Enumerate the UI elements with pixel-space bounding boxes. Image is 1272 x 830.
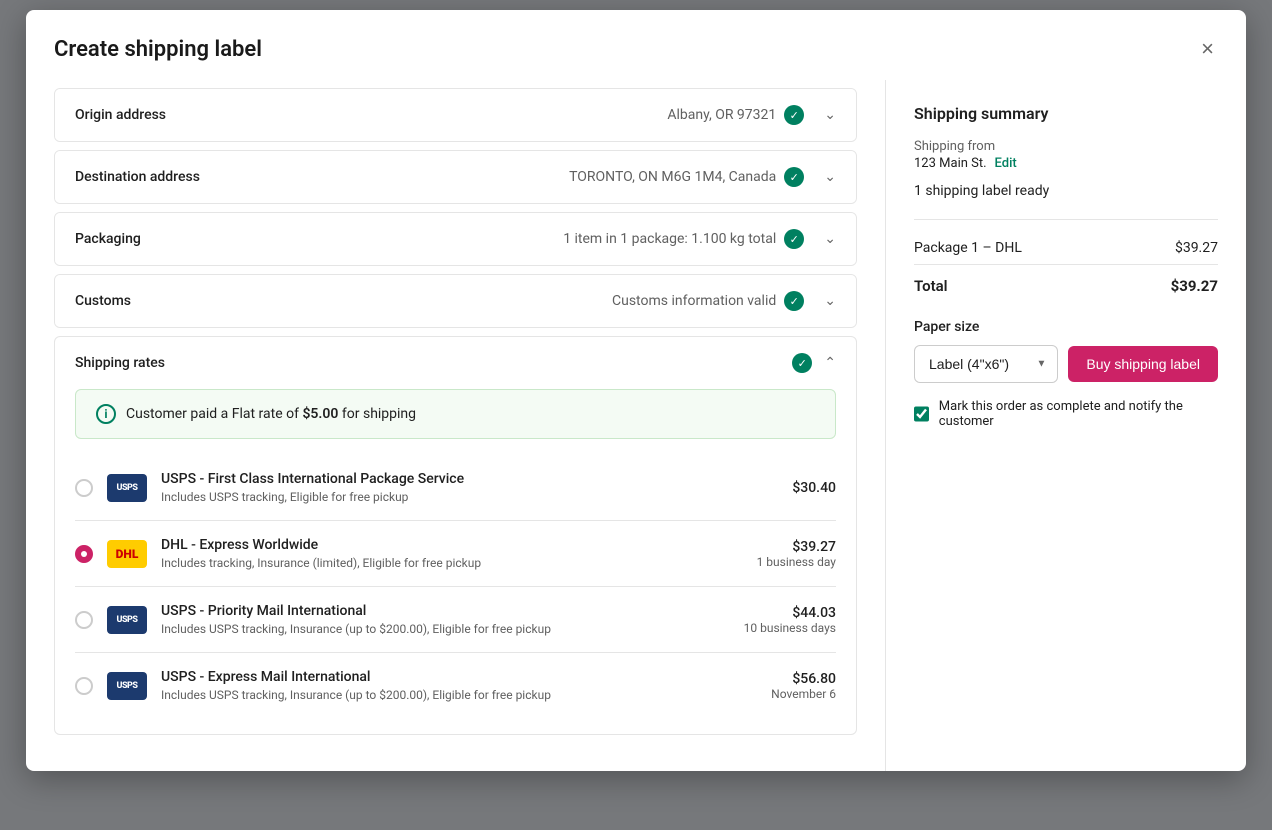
summary-ready: 1 shipping label ready [914, 183, 1218, 220]
shipping-rates-section: Shipping rates ⌃ i Customer paid a Flat … [54, 336, 857, 735]
origin-address-header[interactable]: Origin address Albany, OR 97321 ⌄ [55, 89, 856, 141]
edit-address-link[interactable]: Edit [995, 156, 1017, 171]
rate-radio-dhl[interactable] [75, 545, 93, 563]
rate-desc-usps-first: Includes USPS tracking, Eligible for fre… [161, 490, 778, 504]
usps-logo-first: USPS [107, 474, 147, 502]
destination-address-value: TORONTO, ON M6G 1M4, Canada ⌄ [235, 167, 836, 187]
info-banner: i Customer paid a Flat rate of $5.00 for… [75, 389, 836, 439]
rate-info-usps-first: USPS - First Class International Package… [161, 471, 778, 504]
destination-check-icon [784, 167, 804, 187]
rate-radio-usps-priority[interactable] [75, 611, 93, 629]
rate-price-usps-priority: $44.03 10 business days [744, 605, 836, 635]
rate-price-usps-first: $30.40 [792, 480, 836, 496]
shipping-rates-chevron-icon: ⌃ [824, 355, 836, 371]
paper-size-label: Paper size [914, 319, 1218, 335]
rate-delivery-usps-priority: 10 business days [744, 621, 836, 635]
packaging-label: Packaging [75, 231, 235, 247]
rate-radio-usps-first[interactable] [75, 479, 93, 497]
summary-address-row: 123 Main St. Edit [914, 156, 1218, 171]
paper-size-select-wrapper: Label (4"x6") Letter (8.5"x11") 4"x8" ▼ [914, 345, 1058, 383]
shipping-rates-check-icon [792, 353, 812, 373]
packaging-check-icon [784, 229, 804, 249]
modal-body: Origin address Albany, OR 97321 ⌄ Destin… [26, 80, 1246, 771]
customs-value: Customs information valid ⌄ [235, 291, 836, 311]
notify-row: Mark this order as complete and notify t… [914, 399, 1218, 429]
rate-option-usps-priority[interactable]: USPS USPS - Priority Mail International … [75, 587, 836, 653]
rate-info-usps-priority: USPS - Priority Mail International Inclu… [161, 603, 730, 636]
rate-info-dhl: DHL - Express Worldwide Includes trackin… [161, 537, 743, 570]
rate-delivery-usps-express: November 6 [771, 687, 836, 701]
rate-desc-dhl: Includes tracking, Insurance (limited), … [161, 556, 743, 570]
rate-desc-usps-express: Includes USPS tracking, Insurance (up to… [161, 688, 757, 702]
origin-check-icon [784, 105, 804, 125]
summary-title: Shipping summary [914, 104, 1218, 123]
notify-label: Mark this order as complete and notify t… [939, 399, 1218, 429]
destination-chevron-icon: ⌄ [824, 169, 836, 185]
rate-price-value-dhl: $39.27 [757, 539, 836, 555]
rate-info-usps-express: USPS - Express Mail International Includ… [161, 669, 757, 702]
close-button[interactable]: × [1197, 34, 1218, 64]
modal-header: Create shipping label × [26, 10, 1246, 80]
customs-chevron-icon: ⌄ [824, 293, 836, 309]
dhl-logo: DHL [107, 540, 147, 568]
rate-name-dhl: DHL - Express Worldwide [161, 537, 743, 553]
summary-total-label: Total [914, 277, 948, 295]
origin-address-section: Origin address Albany, OR 97321 ⌄ [54, 88, 857, 142]
packaging-header[interactable]: Packaging 1 item in 1 package: 1.100 kg … [55, 213, 856, 265]
summary-from-label: Shipping from [914, 139, 1218, 154]
rate-price-dhl: $39.27 1 business day [757, 539, 836, 569]
destination-address-header[interactable]: Destination address TORONTO, ON M6G 1M4,… [55, 151, 856, 203]
rate-price-value-usps-express: $56.80 [771, 671, 836, 687]
paper-size-row: Label (4"x6") Letter (8.5"x11") 4"x8" ▼ … [914, 345, 1218, 383]
create-shipping-label-modal: Create shipping label × Origin address A… [26, 10, 1246, 771]
modal-overlay: Create shipping label × Origin address A… [0, 0, 1272, 830]
rate-option-usps-express[interactable]: USPS USPS - Express Mail International I… [75, 653, 836, 718]
buy-shipping-label-button[interactable]: Buy shipping label [1068, 346, 1218, 382]
summary-total-price: $39.27 [1171, 277, 1218, 295]
rate-name-usps-express: USPS - Express Mail International [161, 669, 757, 685]
summary-total-row: Total $39.27 [914, 264, 1218, 295]
destination-address-label: Destination address [75, 169, 235, 185]
packaging-section: Packaging 1 item in 1 package: 1.100 kg … [54, 212, 857, 266]
customs-section: Customs Customs information valid ⌄ [54, 274, 857, 328]
origin-address-label: Origin address [75, 107, 235, 123]
rate-price-value-usps-first: $30.40 [792, 480, 836, 496]
usps-logo-priority: USPS [107, 606, 147, 634]
rate-name-usps-priority: USPS - Priority Mail International [161, 603, 730, 619]
customs-header[interactable]: Customs Customs information valid ⌄ [55, 275, 856, 327]
modal-title: Create shipping label [54, 37, 262, 62]
shipping-rates-label: Shipping rates [75, 355, 792, 371]
origin-chevron-icon: ⌄ [824, 107, 836, 123]
packaging-chevron-icon: ⌄ [824, 231, 836, 247]
summary-package-price: $39.27 [1175, 240, 1218, 256]
summary-package-label: Package 1 – DHL [914, 240, 1022, 256]
rate-price-usps-express: $56.80 November 6 [771, 671, 836, 701]
rate-radio-usps-express[interactable] [75, 677, 93, 695]
paper-size-select[interactable]: Label (4"x6") Letter (8.5"x11") 4"x8" [914, 345, 1058, 383]
origin-address-value: Albany, OR 97321 ⌄ [235, 105, 836, 125]
rate-delivery-dhl: 1 business day [757, 555, 836, 569]
rate-option-dhl[interactable]: DHL DHL - Express Worldwide Includes tra… [75, 521, 836, 587]
summary-package-row: Package 1 – DHL $39.27 [914, 240, 1218, 256]
customs-label: Customs [75, 293, 235, 309]
shipping-rates-body: i Customer paid a Flat rate of $5.00 for… [55, 389, 856, 734]
shipping-rates-header[interactable]: Shipping rates ⌃ [55, 337, 856, 389]
rate-name-usps-first: USPS - First Class International Package… [161, 471, 778, 487]
notify-checkbox[interactable] [914, 406, 929, 422]
rate-desc-usps-priority: Includes USPS tracking, Insurance (up to… [161, 622, 730, 636]
destination-address-section: Destination address TORONTO, ON M6G 1M4,… [54, 150, 857, 204]
rate-price-value-usps-priority: $44.03 [744, 605, 836, 621]
usps-logo-express: USPS [107, 672, 147, 700]
right-panel: Shipping summary Shipping from 123 Main … [886, 80, 1246, 771]
info-icon: i [96, 404, 116, 424]
summary-address: 123 Main St. [914, 156, 987, 171]
rate-option-usps-first[interactable]: USPS USPS - First Class International Pa… [75, 455, 836, 521]
left-panel: Origin address Albany, OR 97321 ⌄ Destin… [26, 80, 886, 771]
packaging-value: 1 item in 1 package: 1.100 kg total ⌄ [235, 229, 836, 249]
info-banner-text: Customer paid a Flat rate of $5.00 for s… [126, 406, 416, 422]
customs-check-icon [784, 291, 804, 311]
